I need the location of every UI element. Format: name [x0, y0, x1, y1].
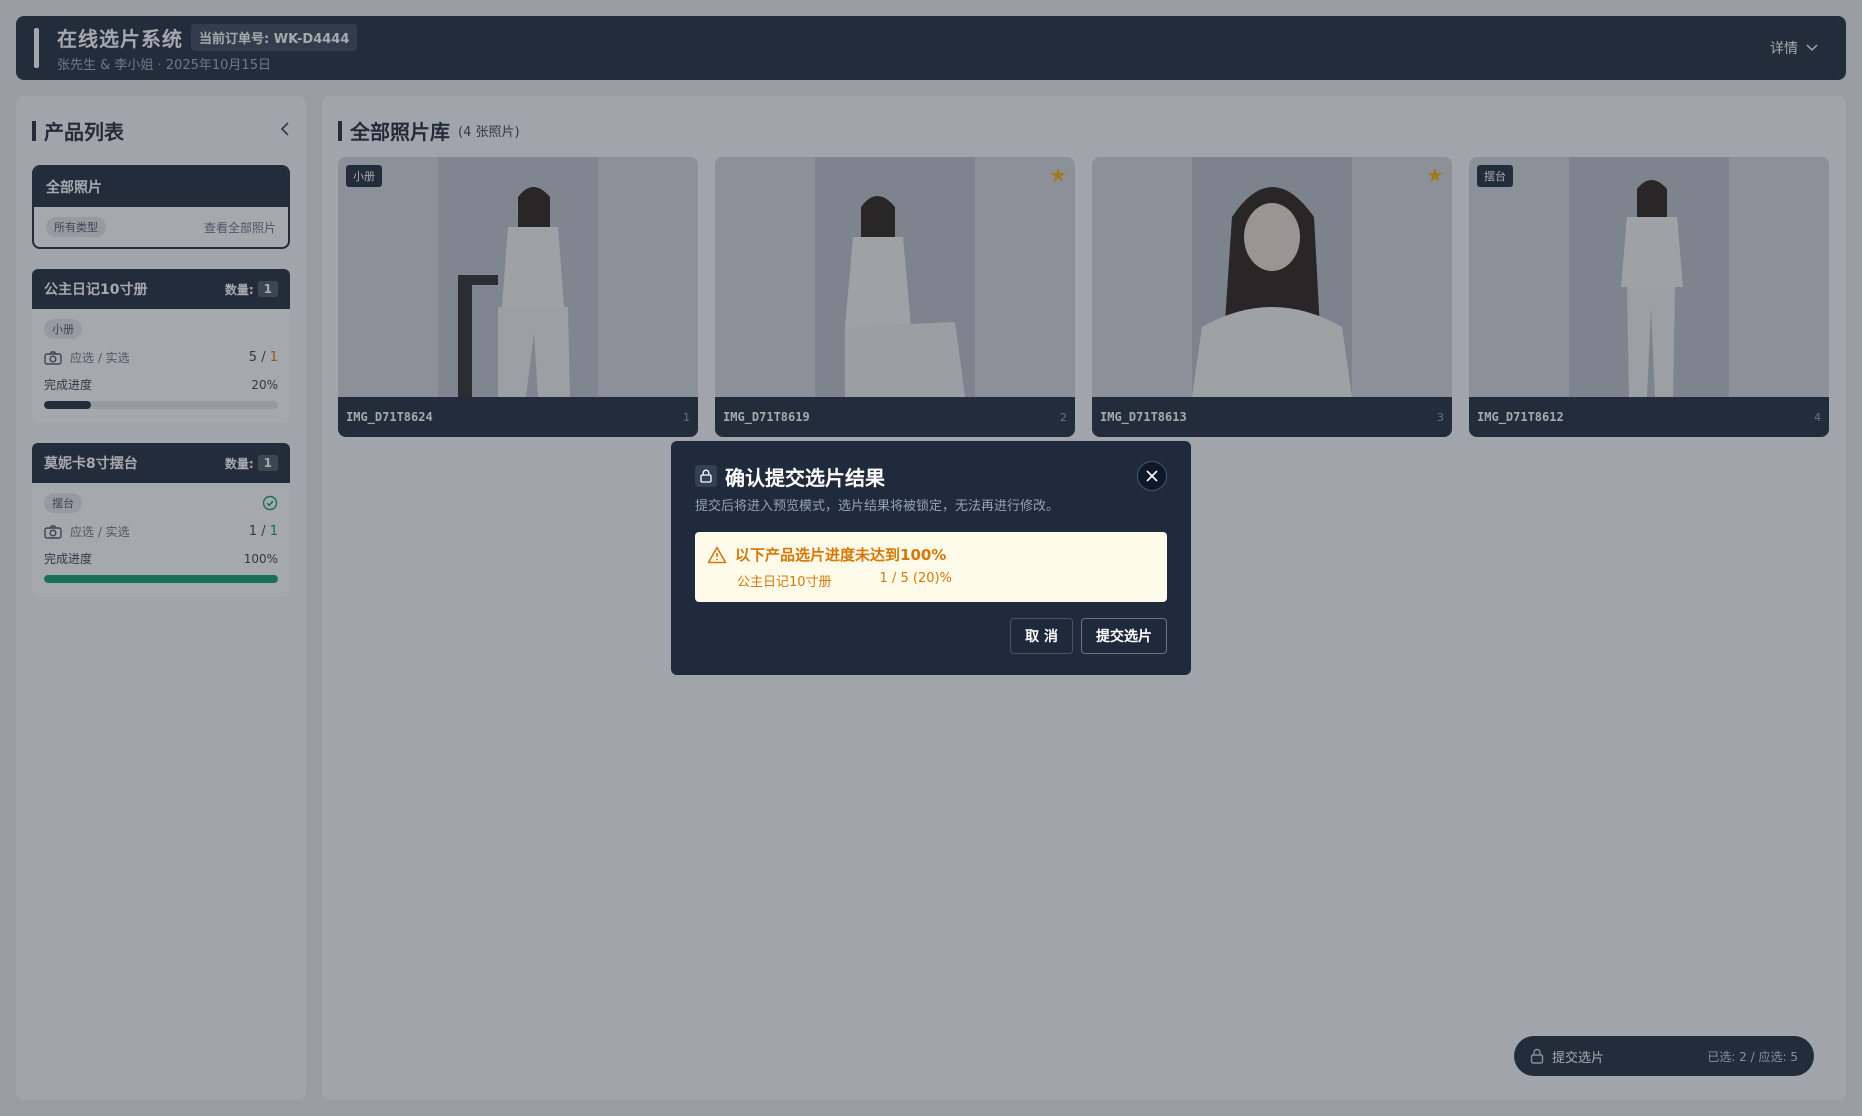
dialog-subtitle: 提交后将进入预览模式，选片结果将被锁定，无法再进行修改。 — [695, 499, 1060, 514]
submit-selection-button[interactable]: 提交选片 — [1081, 618, 1167, 654]
confirm-submit-dialog: 确认提交选片结果 提交后将进入预览模式，选片结果将被锁定，无法再进行修改。 以下… — [671, 441, 1191, 675]
warning-icon — [707, 546, 727, 563]
warning-item-progress: 1 / 5 (20)% — [879, 571, 952, 586]
close-icon[interactable] — [1137, 461, 1167, 491]
warning-item-name: 公主日记10寸册 — [737, 575, 832, 590]
warning-item: 公主日记10寸册 1 / 5 (20)% — [737, 571, 1155, 590]
warning-box: 以下产品选片进度未达到100% 公主日记10寸册 1 / 5 (20)% — [695, 532, 1167, 602]
dialog-title: 确认提交选片结果 — [725, 465, 885, 490]
cancel-button[interactable]: 取 消 — [1010, 618, 1073, 654]
lock-icon — [695, 465, 717, 487]
warning-title: 以下产品选片进度未达到100% — [735, 546, 947, 564]
